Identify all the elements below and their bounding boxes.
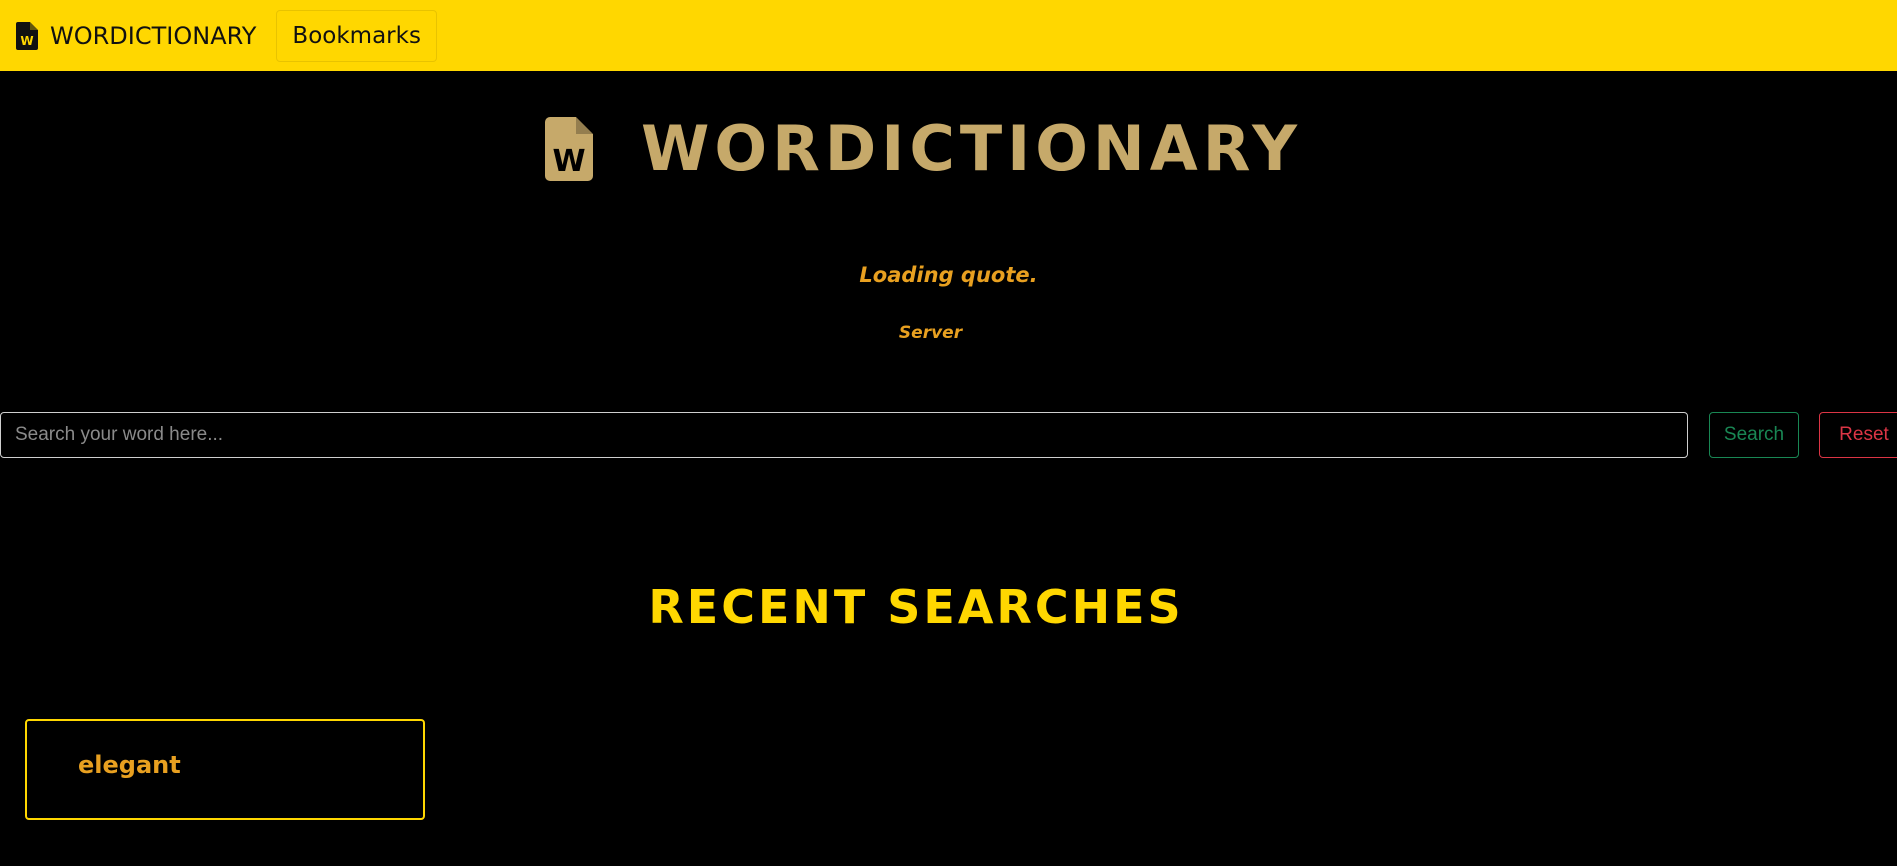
brand-label: WORDICTIONARY [50, 21, 257, 50]
recent-search-word: elegant [78, 751, 181, 779]
reset-button[interactable]: Reset [1819, 412, 1897, 458]
quote-text: Loading quote. [859, 263, 1038, 287]
recent-search-card[interactable]: elegant [25, 719, 425, 820]
brand-link[interactable]: W WORDICTIONARY [16, 21, 257, 50]
bookmarks-label: Bookmarks [292, 22, 421, 49]
recent-searches-title: RECENT SEARCHES [648, 580, 1184, 634]
nav-bookmarks-link[interactable]: Bookmarks [276, 9, 437, 62]
svg-text:W: W [20, 34, 33, 48]
hero-title: WORDICTIONARY [640, 112, 1303, 185]
search-input[interactable] [0, 412, 1688, 458]
hero-header: W WORDICTIONARY [0, 112, 1897, 185]
navbar: W WORDICTIONARY Bookmarks [0, 0, 1897, 71]
svg-text:W: W [552, 144, 585, 179]
file-word-icon: W [16, 21, 38, 50]
file-word-icon: W [544, 116, 593, 181]
search-button[interactable]: Search [1709, 412, 1799, 458]
quote-author: Server [898, 323, 963, 343]
